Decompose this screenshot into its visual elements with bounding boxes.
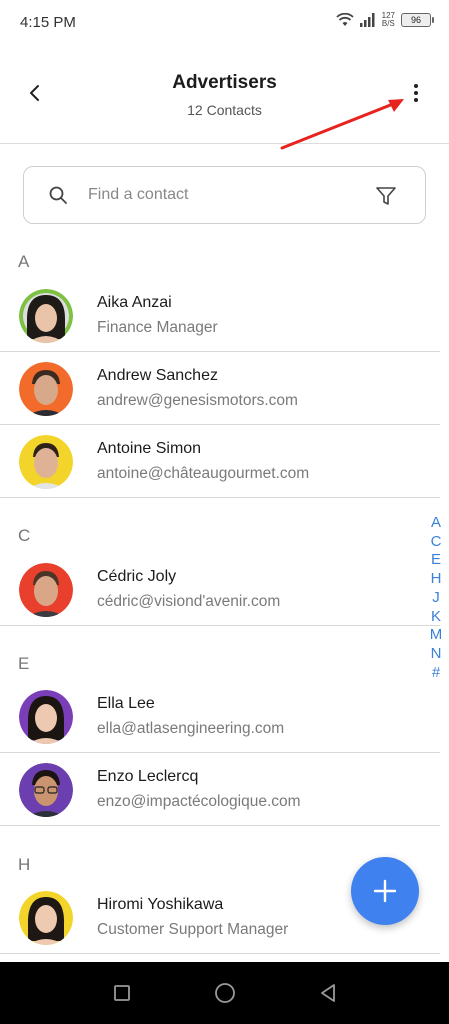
search-icon [49,186,67,204]
wifi-icon [336,13,354,26]
contact-name: Enzo Leclercq [97,768,199,785]
contact-detail: antoine@châteaugourmet.com [97,465,310,482]
section-header-h: H [18,855,31,874]
avatar [19,763,73,817]
index-letter-e[interactable]: E [431,551,441,570]
avatar [19,690,73,744]
index-letter-k[interactable]: K [431,608,441,627]
contact-name: Ella Lee [97,695,155,712]
add-contact-button[interactable] [351,857,419,925]
contact-row[interactable]: Antoine Simon antoine@châteaugourmet.com [0,425,440,498]
contact-row[interactable]: Andrew Sanchez andrew@genesismotors.com [0,352,440,425]
index-letter-hash[interactable]: # [432,664,440,683]
section-header-c: C [18,526,31,545]
contact-name: Andrew Sanchez [97,367,218,384]
contact-detail: cédric@visiond'avenir.com [97,593,281,610]
system-back-button[interactable] [313,978,343,1008]
page-title: Advertisers [172,72,277,93]
contact-name: Cédric Joly [97,568,177,585]
index-letter-a[interactable]: A [431,514,441,533]
filter-icon [376,187,396,205]
index-letter-c[interactable]: C [431,533,442,552]
avatar [19,289,73,343]
contact-name: Aika Anzai [97,294,172,311]
contact-row[interactable]: Enzo Leclercq enzo@impactécologique.com [0,753,440,826]
signal-icon [359,13,375,27]
contact-row[interactable]: Cédric Joly cédric@visiond'avenir.com [0,553,440,626]
more-options-button[interactable] [401,78,431,108]
index-letter-h[interactable]: H [431,570,442,589]
index-letter-j[interactable]: J [432,589,440,608]
circle-icon [214,983,235,1003]
square-icon [113,985,130,1001]
system-nav-bar [0,962,449,1024]
plus-icon [373,879,397,903]
avatar [19,563,73,617]
section-header-a: A [18,252,30,271]
home-button[interactable] [210,978,240,1008]
filter-button[interactable] [373,183,399,209]
status-icons: 127 B/S 96 [336,11,434,28]
contact-detail: Customer Support Manager [97,921,289,938]
contact-detail: andrew@genesismotors.com [97,392,298,409]
avatar [19,891,73,945]
status-bar: 4:15 PM 127 B/S 96 [0,0,449,44]
avatar [19,435,73,489]
contact-row[interactable]: Aika Anzai Finance Manager [0,279,440,352]
avatar [19,362,73,416]
app-header: Advertisers 12 Contacts [0,44,449,144]
recents-button[interactable] [107,978,137,1008]
status-time: 4:15 PM [20,13,76,31]
contact-detail: enzo@impactécologique.com [97,793,301,810]
index-letter-m[interactable]: M [430,626,443,645]
battery-icon: 96 [401,13,434,27]
contact-detail: Finance Manager [97,319,218,336]
contact-count: 12 Contacts [187,102,262,118]
section-header-e: E [18,654,30,673]
index-letter-n[interactable]: N [431,645,442,664]
search-input[interactable] [88,186,348,204]
contact-name: Hiromi Yoshikawa [97,896,224,913]
alphabet-index: A C E H J K M N # [426,514,446,682]
search-bar [23,166,426,224]
triangle-back-icon [320,984,335,1002]
net-speed: 127 B/S [381,11,395,28]
contact-row[interactable]: Ella Lee ella@atlasengineering.com [0,680,440,753]
contact-name: Antoine Simon [97,440,202,457]
contact-detail: ella@atlasengineering.com [97,720,285,737]
more-vertical-icon [414,84,418,102]
